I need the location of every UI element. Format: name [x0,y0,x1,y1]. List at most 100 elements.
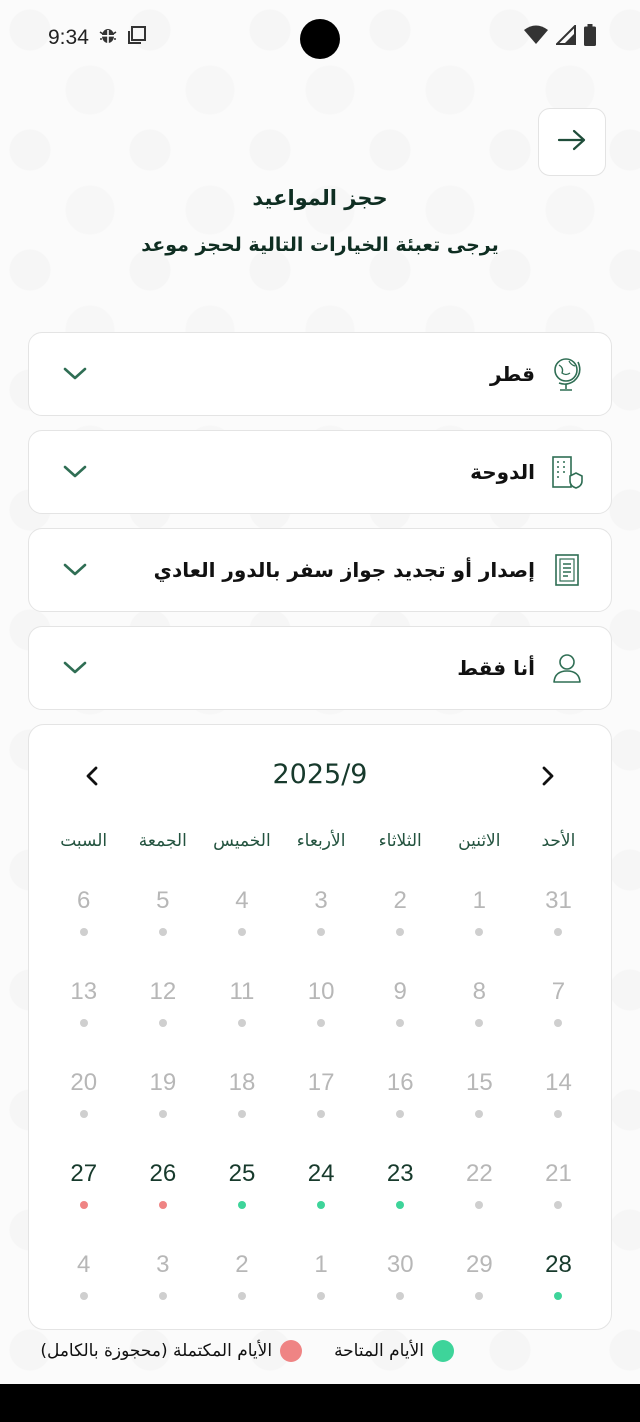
calendar-day-status-dot [317,1201,326,1209]
calendar-day-status-dot [317,1292,326,1300]
status-right [524,23,596,52]
weekday-label: الأربعاء [296,831,346,851]
weekday-label: الخميس [213,831,271,851]
chevron-down-icon [59,366,91,382]
calendar-day: 1 [282,1229,361,1320]
calendar-day-number: 31 [545,887,572,914]
calendar-day-available[interactable]: 25 [202,1138,281,1229]
back-button[interactable] [538,108,606,176]
calendar-day-status-dot [79,1292,88,1300]
calendar-day: 11 [202,956,281,1047]
calendar-day: 20 [44,1047,123,1138]
calendar-day-number: 6 [77,887,91,914]
calendar-day: 31 [519,865,598,956]
calendar-day: 13 [44,956,123,1047]
calendar: 2025/9 الأحد الاثنين الثلاثاء الأربعاء ا… [28,724,612,1330]
calendar-day-number: 24 [307,1160,335,1187]
calendar-day: 17 [282,1047,361,1138]
country-select-value: قطر [489,362,535,386]
calendar-day-status-dot [237,1292,246,1300]
calendar-week-row: 14 15 16 17 18 19 20 [44,1047,598,1138]
calendar-day-full: 27 [44,1138,123,1229]
weekday-label: الجمعة [138,831,187,851]
next-month-button[interactable] [533,763,563,793]
bug-icon [99,25,117,51]
calendar-day-status-dot [79,1110,88,1118]
calendar-day-status-dot [396,928,405,936]
calendar-day-status-dot [396,1201,405,1209]
calendar-day-available[interactable]: 28 [519,1229,598,1320]
calendar-day: 3 [282,865,361,956]
calendar-day-number: 19 [149,1069,177,1096]
calendar-day-available[interactable]: 24 [282,1138,361,1229]
user-icon [549,648,585,688]
calendar-day: 2 [361,865,440,956]
calendar-day-available[interactable]: 23 [361,1138,440,1229]
calendar-day-number: 10 [307,978,335,1005]
calendar-day: 6 [44,865,123,956]
calendar-day-number: 18 [228,1069,256,1096]
calendar-day-status-dot [79,1019,88,1027]
calendar-day: 19 [123,1047,202,1138]
calendar-day: 4 [202,865,281,956]
calendar-day: 29 [440,1229,519,1320]
legend-available-dot [432,1340,454,1362]
applicant-select[interactable]: أنا فقط [28,626,612,710]
calendar-header: 2025/9 [29,755,611,795]
city-select-value: الدوحة [470,460,535,484]
calendar-day: 16 [361,1047,440,1138]
calendar-day-status-dot [237,1110,246,1118]
chevron-right-icon [540,765,556,791]
status-left: 9:34 [48,25,147,51]
calendar-day-full: 26 [123,1138,202,1229]
calendar-day: 18 [202,1047,281,1138]
copy-icon [127,25,147,51]
calendar-day: 15 [440,1047,519,1138]
chevron-down-icon [59,464,91,480]
calendar-day-number: 7 [551,978,566,1005]
calendar-day-number: 4 [77,1251,91,1278]
calendar-day: 21 [519,1138,598,1229]
weekday-label: الاثنين [458,831,501,851]
legend-available: الأيام المتاحة [334,1340,454,1362]
page-title: حجز المواعيد [252,186,388,210]
calendar-day-status-dot [158,1019,167,1027]
country-select[interactable]: قطر [28,332,612,416]
calendar-day-status-dot [396,1292,405,1300]
legend-available-label: الأيام المتاحة [334,1341,424,1361]
calendar-day-status-dot [317,928,326,936]
calendar-day-number: 8 [472,978,486,1005]
calendar-day-number: 13 [70,978,98,1005]
calendar-day: 10 [282,956,361,1047]
calendar-day-number: 26 [149,1160,177,1187]
calendar-day-status-dot [475,1110,484,1118]
calendar-day: 12 [123,956,202,1047]
calendar-day-number: 30 [386,1251,414,1278]
service-select-value: إصدار أو تجديد جواز سفر بالدور العادي [153,558,535,582]
calendar-day-status-dot [554,1110,563,1118]
service-select[interactable]: إصدار أو تجديد جواز سفر بالدور العادي [28,528,612,612]
applicant-select-value: أنا فقط [457,656,535,680]
calendar-day-number: 3 [156,1251,170,1278]
calendar-day-status-dot [554,1292,563,1300]
calendar-day-status-dot [475,1019,484,1027]
calendar-day-status-dot [158,1110,167,1118]
calendar-day: 22 [440,1138,519,1229]
calendar-day-status-dot [79,928,88,936]
calendar-day-status-dot [396,1110,405,1118]
calendar-day-status-dot [554,1019,563,1027]
calendar-legend: الأيام المتاحة الأيام المكتملة (محجوزة ب… [0,1336,640,1366]
calendar-day: 2 [202,1229,281,1320]
calendar-day-number: 15 [465,1069,493,1096]
calendar-day-status-dot [475,1292,484,1300]
calendar-day-number: 25 [228,1160,256,1187]
calendar-day-number: 9 [393,978,407,1005]
calendar-day-status-dot [475,928,484,936]
calendar-day: 5 [123,865,202,956]
calendar-day-number: 4 [235,887,249,914]
weekday-label: الأحد [541,831,576,851]
calendar-day-number: 27 [70,1160,98,1187]
city-select[interactable]: الدوحة [28,430,612,514]
calendar-day-number: 14 [545,1069,572,1096]
calendar-day-status-dot [237,1201,246,1209]
